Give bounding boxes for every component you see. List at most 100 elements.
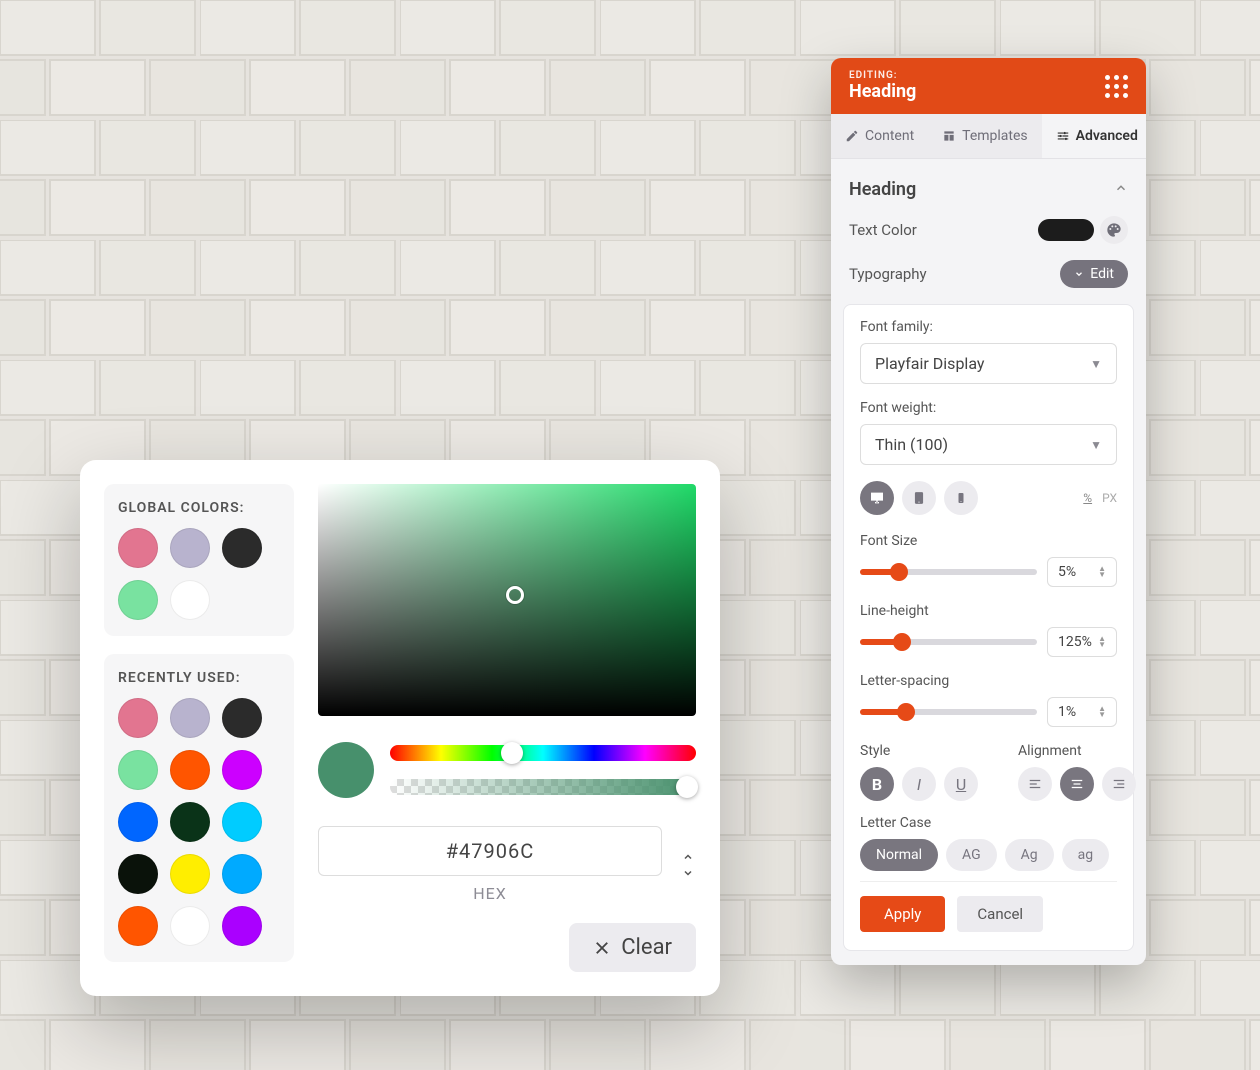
section-heading: Heading xyxy=(849,179,916,200)
font-family-label: Font family: xyxy=(860,319,1117,335)
align-center-button[interactable] xyxy=(1060,767,1094,801)
desktop-icon xyxy=(869,490,885,506)
font-weight-select[interactable]: Thin (100) ▼ xyxy=(860,424,1117,465)
stepper-icon: ▲▼ xyxy=(1098,566,1106,578)
dropdown-icon: ▼ xyxy=(1090,438,1102,452)
panel-header: EDITING: Heading xyxy=(831,58,1146,114)
chevron-down-icon xyxy=(1074,269,1084,279)
case-upper-button[interactable]: AG xyxy=(946,839,997,871)
case-title-button[interactable]: Ag xyxy=(1005,839,1054,871)
case-normal-button[interactable]: Normal xyxy=(860,839,938,871)
sliders-icon xyxy=(1056,129,1070,143)
typography-label: Typography xyxy=(849,265,927,283)
font-size-label: Font Size xyxy=(860,533,1117,549)
saturation-cursor[interactable] xyxy=(506,586,524,604)
cancel-button[interactable]: Cancel xyxy=(957,896,1043,932)
dropdown-icon: ▼ xyxy=(1090,357,1102,371)
line-height-input[interactable]: 125% ▲▼ xyxy=(1047,627,1117,657)
editing-panel: EDITING: Heading Content Templates Advan… xyxy=(831,58,1146,965)
hue-thumb[interactable] xyxy=(501,742,523,764)
alpha-thumb[interactable] xyxy=(676,776,698,798)
current-color-swatch xyxy=(318,742,374,798)
palette-icon xyxy=(1106,222,1122,238)
color-swatch[interactable] xyxy=(118,802,158,842)
text-color-swatch[interactable] xyxy=(1038,219,1094,241)
apply-button[interactable]: Apply xyxy=(860,896,945,932)
align-right-icon xyxy=(1112,777,1126,791)
mobile-icon xyxy=(955,490,967,506)
font-weight-label: Font weight: xyxy=(860,400,1117,416)
chevron-down-icon xyxy=(680,867,696,879)
device-desktop-button[interactable] xyxy=(860,481,894,515)
hex-label: HEX xyxy=(473,884,507,903)
recent-colors-title: RECENTLY USED: xyxy=(118,670,280,686)
color-swatch[interactable] xyxy=(170,750,210,790)
bold-button[interactable]: B xyxy=(860,767,894,801)
color-swatch[interactable] xyxy=(170,580,210,620)
color-swatch[interactable] xyxy=(222,750,262,790)
color-swatch[interactable] xyxy=(170,854,210,894)
hex-input[interactable] xyxy=(318,826,662,876)
hue-slider[interactable] xyxy=(390,745,696,761)
editing-label: EDITING: xyxy=(849,70,916,81)
drag-handle-icon[interactable] xyxy=(1105,75,1128,98)
color-mode-stepper[interactable] xyxy=(680,851,696,879)
underline-button[interactable]: U xyxy=(944,767,978,801)
color-swatch[interactable] xyxy=(222,802,262,842)
color-swatch[interactable] xyxy=(118,698,158,738)
stepper-icon: ▲▼ xyxy=(1098,636,1106,648)
device-tablet-button[interactable] xyxy=(902,481,936,515)
color-swatch[interactable] xyxy=(118,528,158,568)
stepper-icon: ▲▼ xyxy=(1098,706,1106,718)
letter-spacing-label: Letter-spacing xyxy=(860,673,1117,689)
color-swatch[interactable] xyxy=(170,698,210,738)
letter-case-label: Letter Case xyxy=(860,815,1117,831)
color-swatch[interactable] xyxy=(170,802,210,842)
font-size-input[interactable]: 5% ▲▼ xyxy=(1047,557,1117,587)
tab-advanced[interactable]: Advanced xyxy=(1042,114,1146,158)
tab-content[interactable]: Content xyxy=(831,114,928,158)
line-height-label: Line-height xyxy=(860,603,1117,619)
tab-bar: Content Templates Advanced xyxy=(831,114,1146,159)
global-colors-box: GLOBAL COLORS: xyxy=(104,484,294,636)
align-right-button[interactable] xyxy=(1102,767,1136,801)
color-swatch[interactable] xyxy=(118,750,158,790)
text-color-label: Text Color xyxy=(849,221,917,239)
align-left-button[interactable] xyxy=(1018,767,1052,801)
letter-spacing-input[interactable]: 1% ▲▼ xyxy=(1047,697,1117,727)
tab-templates[interactable]: Templates xyxy=(928,114,1042,158)
clear-button[interactable]: Clear xyxy=(569,923,696,972)
saturation-area[interactable] xyxy=(318,484,696,716)
pencil-icon xyxy=(845,129,859,143)
close-icon xyxy=(593,939,611,957)
alpha-slider[interactable] xyxy=(390,779,696,795)
color-swatch[interactable] xyxy=(222,854,262,894)
font-family-select[interactable]: Playfair Display ▼ xyxy=(860,343,1117,384)
color-swatch[interactable] xyxy=(170,906,210,946)
color-swatch[interactable] xyxy=(222,528,262,568)
letter-spacing-slider[interactable] xyxy=(860,709,1037,715)
color-swatch[interactable] xyxy=(170,528,210,568)
palette-button[interactable] xyxy=(1100,216,1128,244)
style-label: Style xyxy=(860,743,978,759)
color-swatch[interactable] xyxy=(222,906,262,946)
recent-colors-box: RECENTLY USED: xyxy=(104,654,294,962)
global-colors-title: GLOBAL COLORS: xyxy=(118,500,280,516)
color-swatch[interactable] xyxy=(118,854,158,894)
align-left-icon xyxy=(1028,777,1042,791)
collapse-icon[interactable] xyxy=(1114,181,1128,199)
align-center-icon xyxy=(1070,777,1084,791)
typography-edit-button[interactable]: Edit xyxy=(1060,260,1128,288)
color-swatch[interactable] xyxy=(222,698,262,738)
device-mobile-button[interactable] xyxy=(944,481,978,515)
color-swatch[interactable] xyxy=(118,906,158,946)
case-lower-button[interactable]: ag xyxy=(1062,839,1109,871)
color-swatch[interactable] xyxy=(118,580,158,620)
line-height-slider[interactable] xyxy=(860,639,1037,645)
unit-percent-button[interactable]: % xyxy=(1083,491,1092,505)
alignment-label: Alignment xyxy=(1018,743,1136,759)
italic-button[interactable]: I xyxy=(902,767,936,801)
color-picker-panel: GLOBAL COLORS: RECENTLY USED: xyxy=(80,460,720,996)
font-size-slider[interactable] xyxy=(860,569,1037,575)
unit-px-button[interactable]: PX xyxy=(1102,491,1117,505)
